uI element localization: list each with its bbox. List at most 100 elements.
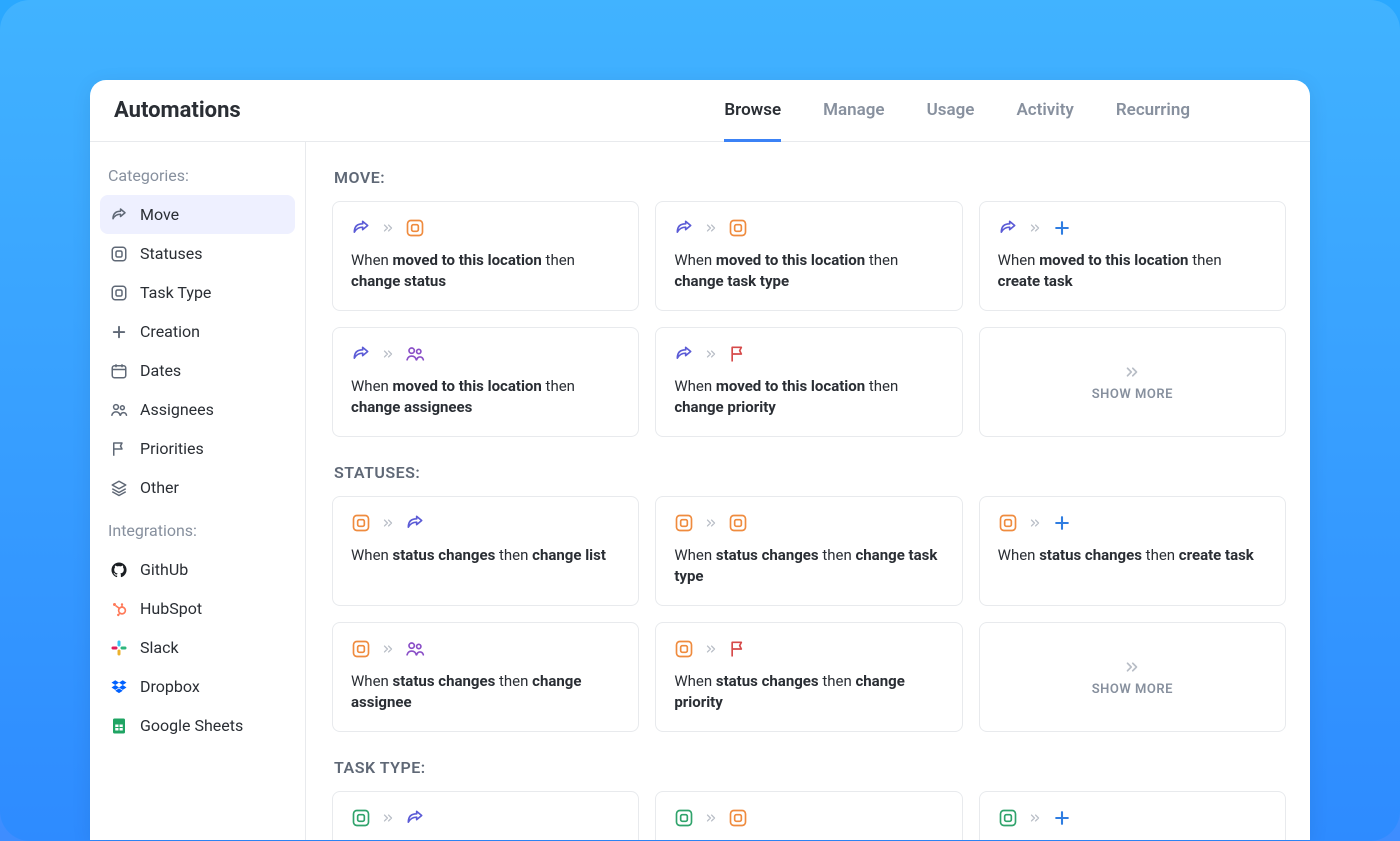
sidebar-item-task-type[interactable]: Task Type xyxy=(100,273,295,312)
card-icons xyxy=(674,639,943,659)
status-square-orange-icon xyxy=(728,513,748,533)
show-more-button[interactable]: SHOW MORE xyxy=(979,327,1286,437)
flag-red-icon xyxy=(728,639,748,659)
tab-manage[interactable]: Manage xyxy=(823,81,884,142)
automations-window: Automations Browse Manage Usage Activity Rec… xyxy=(90,80,1310,840)
sidebar-item-dates[interactable]: Dates xyxy=(100,351,295,390)
chevrons-icon xyxy=(381,811,395,825)
card-icons xyxy=(351,513,620,533)
automation-card[interactable]: When status changes then change priority xyxy=(655,622,962,732)
share-arrow-purple-icon xyxy=(998,218,1018,238)
chevrons-icon xyxy=(1028,811,1042,825)
status-square-orange-icon xyxy=(674,639,694,659)
people-purple-icon xyxy=(405,639,425,659)
card-grid: When moved to this location then change … xyxy=(332,201,1286,437)
card-icons xyxy=(998,218,1267,238)
sidebar-item-label: GithUb xyxy=(140,560,188,579)
automation-card[interactable]: When status changes then change list xyxy=(332,496,639,606)
card-icons xyxy=(351,808,620,828)
card-icons xyxy=(351,344,620,364)
google-sheets-icon xyxy=(110,717,128,735)
section-title: STATUSES: xyxy=(334,463,1286,482)
tab-usage[interactable]: Usage xyxy=(927,81,975,142)
sidebar-item-label: Dates xyxy=(140,361,181,380)
flag-icon xyxy=(110,440,128,458)
tab-activity[interactable]: Activity xyxy=(1016,81,1073,142)
automation-card[interactable]: When status changes then create task xyxy=(979,496,1286,606)
section-title: TASK TYPE: xyxy=(334,758,1286,777)
sidebar-item-label: HubSpot xyxy=(140,599,202,618)
share-arrow-purple-icon xyxy=(674,344,694,364)
automation-card[interactable]: When task type changes then change list xyxy=(332,791,639,840)
automation-card[interactable]: When moved to this location then create … xyxy=(979,201,1286,311)
tab-browse[interactable]: Browse xyxy=(724,81,781,142)
chevrons-icon xyxy=(704,347,718,361)
automation-card[interactable]: When moved to this location then change … xyxy=(655,327,962,437)
plus-blue-icon xyxy=(1052,218,1072,238)
automation-card[interactable]: When moved to this location then change … xyxy=(332,327,639,437)
chevrons-icon xyxy=(704,642,718,656)
chevrons-icon xyxy=(381,221,395,235)
plus-blue-icon xyxy=(1052,513,1072,533)
sidebar-item-label: Priorities xyxy=(140,439,204,458)
chevrons-icon xyxy=(381,516,395,530)
automation-card[interactable]: When task type changes then create task xyxy=(979,791,1286,840)
card-icons xyxy=(674,808,943,828)
page-title: Automations xyxy=(114,98,241,123)
card-icons xyxy=(674,513,943,533)
card-description: When status changes then create task xyxy=(998,545,1267,566)
people-purple-icon xyxy=(405,344,425,364)
share-arrow-icon xyxy=(110,206,128,224)
chevrons-icon xyxy=(1122,363,1142,381)
status-square-orange-icon xyxy=(728,808,748,828)
sidebar-item-creation[interactable]: Creation xyxy=(100,312,295,351)
card-description: When moved to this location then change … xyxy=(351,376,620,418)
automation-card[interactable]: When status changes then change assignee xyxy=(332,622,639,732)
status-square-orange-icon xyxy=(998,513,1018,533)
sidebar-item-label: Task Type xyxy=(140,283,211,302)
sidebar-integration-slack[interactable]: Slack xyxy=(100,628,295,667)
show-more-button[interactable]: SHOW MORE xyxy=(979,622,1286,732)
sidebar-item-move[interactable]: Move xyxy=(100,195,295,234)
sidebar-item-assignees[interactable]: Assignees xyxy=(100,390,295,429)
automation-card[interactable]: When task type changes then change xyxy=(655,791,962,840)
chevrons-icon xyxy=(1122,658,1142,676)
status-square-green-icon xyxy=(674,808,694,828)
status-square-green-icon xyxy=(351,808,371,828)
sidebar-integration-dropbox[interactable]: Dropbox xyxy=(100,667,295,706)
tabs: Browse Manage Usage Activity Recurring xyxy=(724,80,1190,141)
slack-icon xyxy=(110,639,128,657)
chevrons-icon xyxy=(381,347,395,361)
share-arrow-purple-icon xyxy=(351,218,371,238)
section-title: MOVE: xyxy=(334,168,1286,187)
chevrons-icon xyxy=(704,516,718,530)
card-description: When moved to this location then change … xyxy=(351,250,620,292)
card-icons xyxy=(674,218,943,238)
status-square-orange-icon xyxy=(351,639,371,659)
automation-card[interactable]: When moved to this location then change … xyxy=(655,201,962,311)
hubspot-icon xyxy=(110,600,128,618)
sidebar-item-label: Slack xyxy=(140,638,179,657)
card-grid: When status changes then change list Whe… xyxy=(332,496,1286,732)
sidebar-integration-hubspot[interactable]: HubSpot xyxy=(100,589,295,628)
sidebar-item-priorities[interactable]: Priorities xyxy=(100,429,295,468)
sidebar-item-label: Other xyxy=(140,478,179,497)
sidebar-item-label: Assignees xyxy=(140,400,214,419)
status-square-icon xyxy=(110,245,128,263)
automation-card[interactable]: When moved to this location then change … xyxy=(332,201,639,311)
status-square-orange-icon xyxy=(674,513,694,533)
sidebar-item-other[interactable]: Other xyxy=(100,468,295,507)
status-square-orange-icon xyxy=(405,218,425,238)
main-content: MOVE: When moved to this location then c… xyxy=(306,142,1310,840)
chevrons-icon xyxy=(381,642,395,656)
tab-recurring[interactable]: Recurring xyxy=(1116,81,1190,142)
sidebar-item-statuses[interactable]: Statuses xyxy=(100,234,295,273)
sidebar-item-label: Google Sheets xyxy=(140,716,243,735)
card-description: When moved to this location then change … xyxy=(674,250,943,292)
share-arrow-purple-icon xyxy=(674,218,694,238)
sidebar-integration-github[interactable]: GithUb xyxy=(100,550,295,589)
automation-card[interactable]: When status changes then change task typ… xyxy=(655,496,962,606)
status-square-green-icon xyxy=(998,808,1018,828)
card-icons xyxy=(998,808,1267,828)
sidebar-integration-google-sheets[interactable]: Google Sheets xyxy=(100,706,295,745)
